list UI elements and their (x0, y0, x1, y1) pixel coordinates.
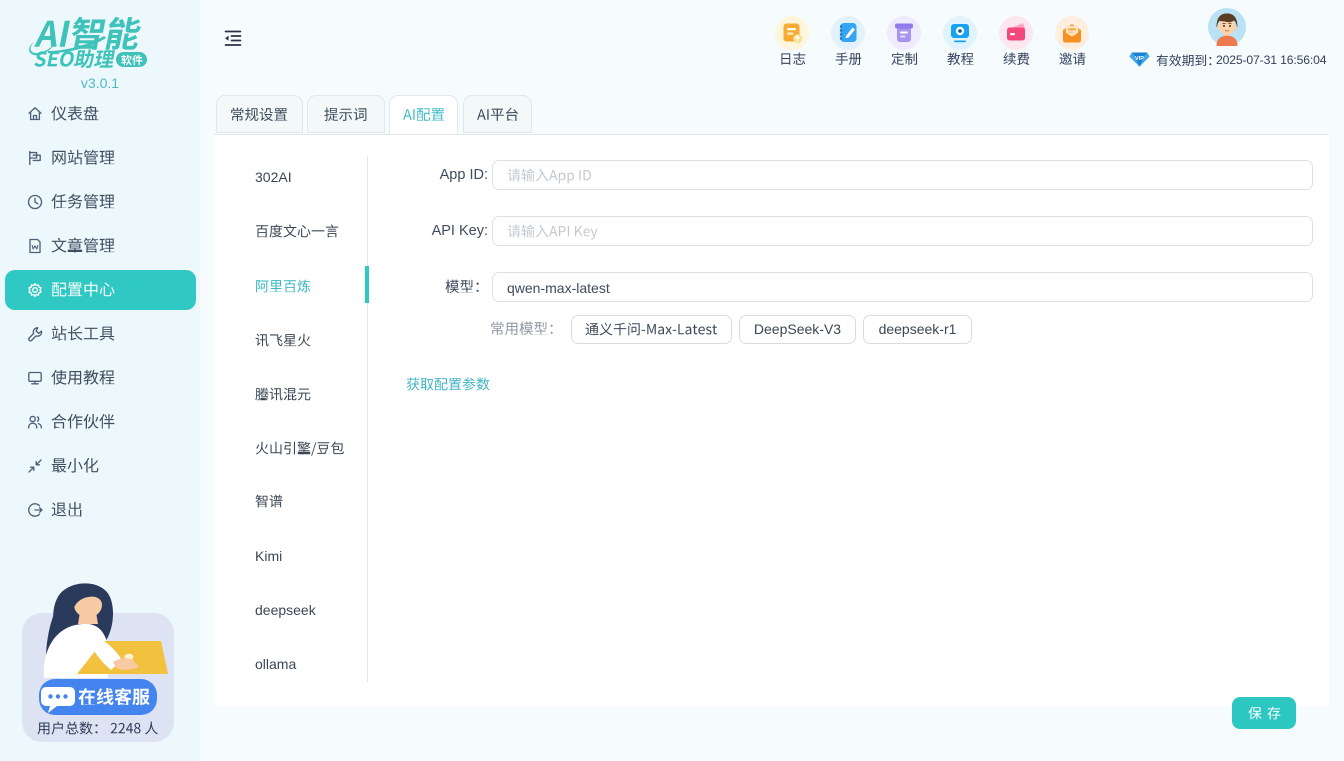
svg-text:VIP: VIP (1135, 56, 1144, 62)
